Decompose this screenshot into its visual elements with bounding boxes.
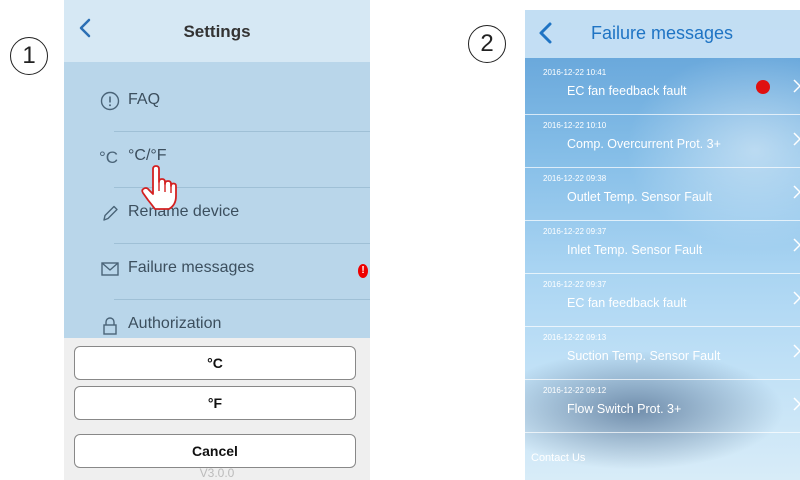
lock-icon bbox=[103, 317, 117, 335]
step-1-marker: 1 bbox=[10, 37, 48, 75]
contact-us-link[interactable]: Contact Us bbox=[531, 452, 585, 464]
failure-row[interactable]: 2016-12-22 09:38 Outlet Temp. Sensor Fau… bbox=[525, 168, 800, 221]
back-chevron-icon[interactable] bbox=[535, 20, 557, 46]
fahrenheit-option-button[interactable]: °F bbox=[74, 386, 356, 420]
failure-timestamp: 2016-12-22 10:41 bbox=[543, 68, 607, 77]
failure-message: Inlet Temp. Sensor Fault bbox=[567, 243, 703, 257]
step-number: 1 bbox=[22, 42, 36, 69]
failure-message: Outlet Temp. Sensor Fault bbox=[567, 190, 712, 204]
failure-row[interactable]: 2016-12-22 09:37 Inlet Temp. Sensor Faul… bbox=[525, 221, 800, 274]
chevron-right-icon bbox=[793, 238, 800, 252]
failure-message: Suction Temp. Sensor Fault bbox=[567, 349, 721, 363]
failure-row[interactable]: 2016-12-22 10:41 EC fan feedback fault bbox=[525, 62, 800, 115]
chevron-right-icon bbox=[793, 79, 800, 93]
failure-timestamp: 2016-12-22 09:12 bbox=[543, 386, 607, 395]
settings-header: Settings bbox=[64, 0, 370, 63]
divider bbox=[525, 432, 800, 433]
settings-item-rename-device[interactable]: Rename device bbox=[64, 188, 370, 244]
alert-badge: ! bbox=[358, 264, 368, 278]
failure-timestamp: 2016-12-22 09:38 bbox=[543, 174, 607, 183]
failure-message: Flow Switch Prot. 3+ bbox=[567, 402, 682, 416]
chevron-right-icon bbox=[793, 291, 800, 305]
failure-messages-screen: Failure messages 2016-12-22 10:41 EC fan… bbox=[525, 10, 800, 480]
envelope-icon bbox=[101, 262, 119, 276]
pencil-icon bbox=[103, 205, 118, 221]
info-circle-icon bbox=[100, 91, 120, 111]
pointing-hand-icon bbox=[141, 165, 177, 210]
settings-item-failure-messages[interactable]: Failure messages ! bbox=[64, 244, 370, 300]
failure-messages-header: Failure messages bbox=[525, 10, 800, 58]
page-title: Settings bbox=[183, 22, 251, 41]
failure-row[interactable]: 2016-12-22 09:37 EC fan feedback fault bbox=[525, 274, 800, 327]
settings-item-label: °C/°F bbox=[128, 147, 167, 164]
failure-message: EC fan feedback fault bbox=[567, 84, 687, 98]
settings-item-label: FAQ bbox=[128, 91, 161, 108]
settings-item-label: Authorization bbox=[128, 315, 222, 332]
chevron-right-icon bbox=[793, 132, 800, 146]
cancel-button[interactable]: Cancel bbox=[74, 434, 356, 468]
chevron-right-icon bbox=[793, 185, 800, 199]
chevron-right-icon bbox=[793, 397, 800, 411]
failure-row[interactable]: 2016-12-22 09:12 Flow Switch Prot. 3+ bbox=[525, 380, 800, 433]
step-2-marker: 2 bbox=[468, 25, 506, 63]
settings-screen: Settings FAQ °C °C/°F Rename device Fail… bbox=[64, 0, 370, 480]
step-number: 2 bbox=[480, 30, 494, 57]
settings-item-label: Failure messages bbox=[128, 259, 255, 276]
celsius-option-button[interactable]: °C bbox=[74, 346, 356, 380]
failure-message: EC fan feedback fault bbox=[567, 296, 687, 310]
settings-item-temperature-unit[interactable]: °C °C/°F bbox=[64, 132, 370, 188]
page-title: Failure messages bbox=[591, 23, 734, 43]
version-label: V3.0.0 bbox=[199, 466, 235, 480]
failure-timestamp: 2016-12-22 09:13 bbox=[543, 333, 607, 342]
failure-row[interactable]: 2016-12-22 09:13 Suction Temp. Sensor Fa… bbox=[525, 327, 800, 380]
alert-icon bbox=[756, 80, 770, 94]
failure-row[interactable]: 2016-12-22 10:10 Comp. Overcurrent Prot.… bbox=[525, 115, 800, 168]
failure-timestamp: 2016-12-22 09:37 bbox=[543, 227, 607, 236]
failure-timestamp: 2016-12-22 09:37 bbox=[543, 280, 607, 289]
failure-message: Comp. Overcurrent Prot. 3+ bbox=[567, 137, 721, 151]
settings-item-faq[interactable]: FAQ bbox=[64, 76, 370, 132]
failure-timestamp: 2016-12-22 10:10 bbox=[543, 121, 607, 130]
celsius-icon: °C bbox=[99, 148, 119, 167]
chevron-right-icon bbox=[793, 344, 800, 358]
